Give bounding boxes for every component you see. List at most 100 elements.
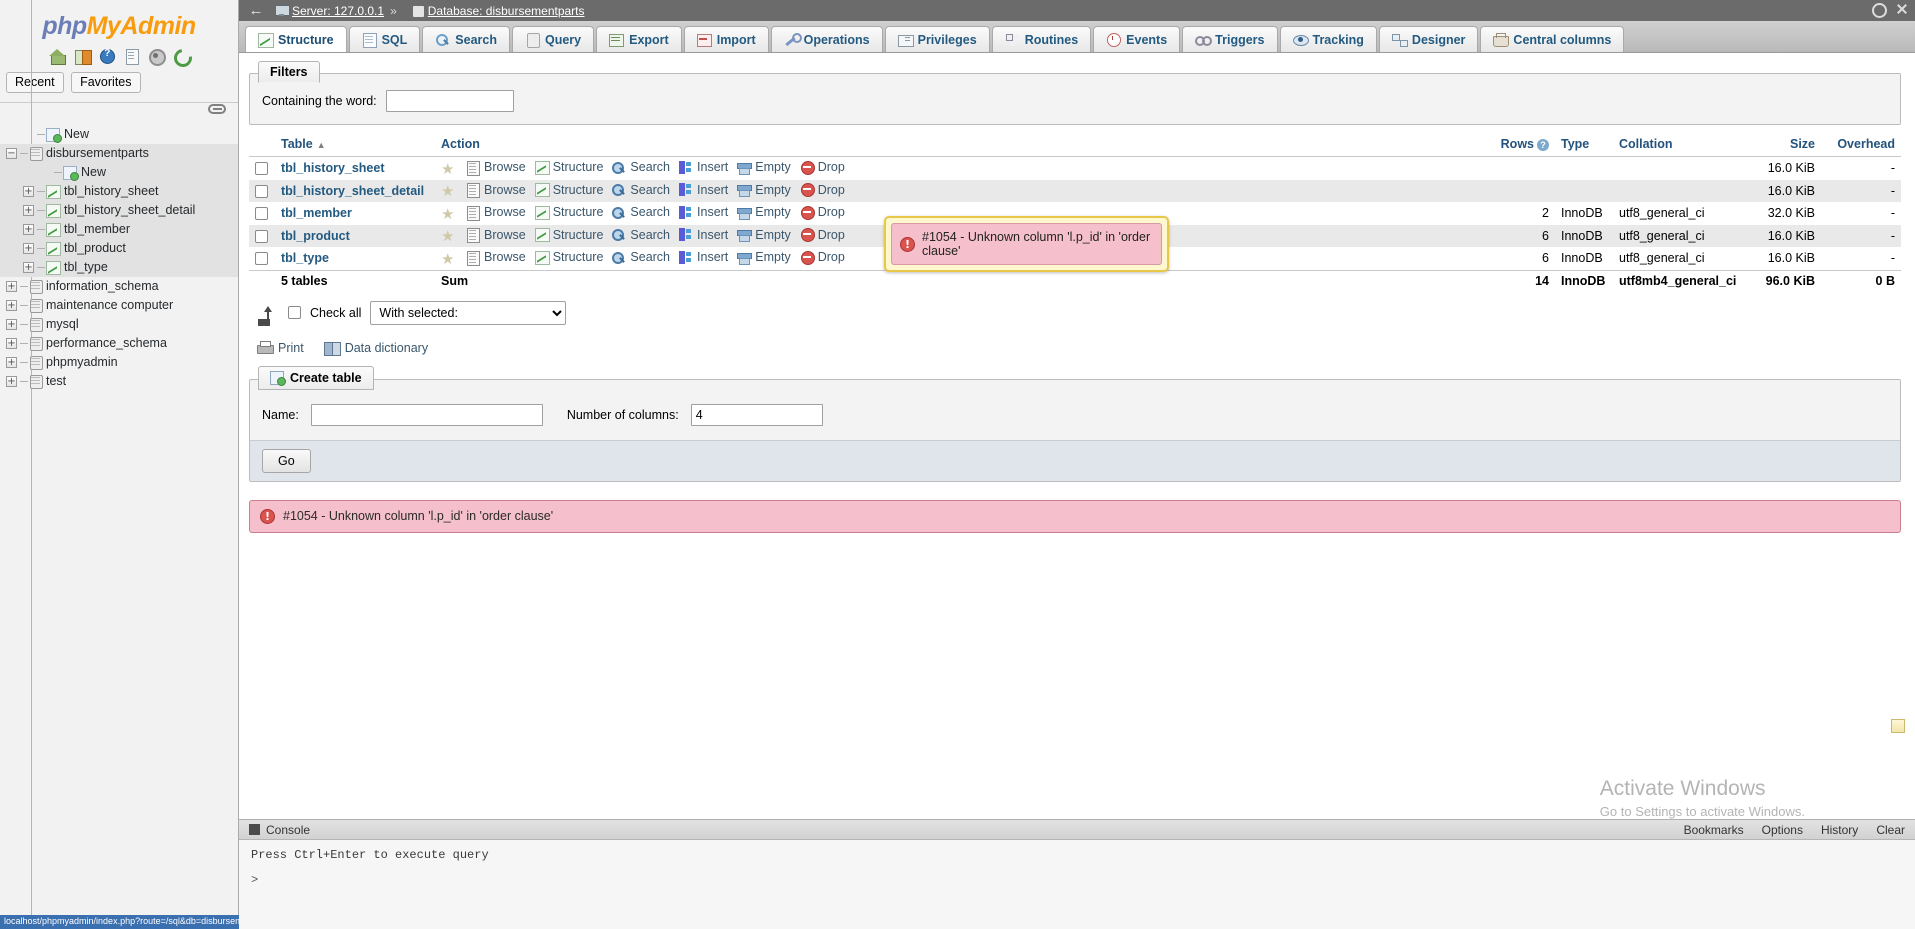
tab-designer[interactable]: Designer bbox=[1378, 26, 1479, 52]
exit-icon[interactable] bbox=[73, 48, 92, 65]
console-link-bookmarks[interactable]: Bookmarks bbox=[1684, 823, 1744, 837]
search-action-link[interactable]: Search bbox=[612, 250, 670, 264]
breadcrumb-server[interactable]: Server: 127.0.0.1 bbox=[292, 4, 384, 18]
table-name-link[interactable]: tbl_history_sheet_detail bbox=[281, 184, 424, 198]
drop-action-link[interactable]: Drop bbox=[800, 250, 845, 265]
insert-action-link[interactable]: Insert bbox=[679, 183, 728, 197]
tab-operations[interactable]: Operations bbox=[770, 26, 883, 52]
create-table-go-button[interactable]: Go bbox=[262, 448, 311, 473]
create-table-columns-input[interactable] bbox=[690, 403, 823, 426]
insert-action-link[interactable]: Insert bbox=[679, 250, 728, 264]
drop-action-link[interactable]: Drop bbox=[800, 160, 845, 175]
tree-node-tbl_member[interactable]: + tbl_member bbox=[0, 220, 238, 239]
favorite-star-icon[interactable]: ★ bbox=[441, 207, 456, 222]
tab-sql[interactable]: SQL bbox=[348, 26, 421, 52]
tree-node-disbursementparts[interactable]: − disbursementparts bbox=[0, 144, 238, 163]
home-icon[interactable] bbox=[48, 48, 67, 65]
search-action-link[interactable]: Search bbox=[612, 183, 670, 197]
tree-node-maintenance-computer[interactable]: + maintenance computer bbox=[0, 296, 238, 315]
tree-node-performance_schema[interactable]: + performance_schema bbox=[0, 334, 238, 353]
col-header-type[interactable]: Type bbox=[1555, 134, 1613, 157]
tab-export[interactable]: Export bbox=[596, 26, 682, 52]
phpmyadmin-logo[interactable]: phpMyAdmin bbox=[0, 0, 238, 45]
tree-node-new[interactable]: New bbox=[0, 125, 238, 144]
empty-action-link[interactable]: Empty bbox=[737, 205, 791, 220]
structure-action-link[interactable]: Structure bbox=[534, 205, 603, 220]
row-checkbox[interactable] bbox=[255, 184, 268, 198]
back-arrow-icon[interactable]: ← bbox=[245, 2, 267, 19]
tab-import[interactable]: Import bbox=[683, 26, 769, 52]
empty-action-link[interactable]: Empty bbox=[737, 183, 791, 197]
browse-action-link[interactable]: Browse bbox=[466, 160, 526, 176]
create-table-name-input[interactable] bbox=[310, 403, 543, 426]
tree-expander-icon[interactable]: + bbox=[23, 224, 34, 235]
recent-tab[interactable]: Recent bbox=[6, 72, 64, 93]
col-header-overhead[interactable]: Overhead bbox=[1821, 134, 1901, 157]
tree-node-tbl_history_sheet_detail[interactable]: + tbl_history_sheet_detail bbox=[0, 201, 238, 220]
drop-action-link[interactable]: Drop bbox=[800, 228, 845, 242]
row-checkbox[interactable] bbox=[255, 229, 268, 243]
structure-action-link[interactable]: Structure bbox=[534, 228, 603, 242]
tree-node-information_schema[interactable]: + information_schema bbox=[0, 277, 238, 296]
tree-expander-icon[interactable]: + bbox=[23, 205, 34, 216]
tree-node-test[interactable]: + test bbox=[0, 372, 238, 391]
console-title-group[interactable]: Console bbox=[249, 823, 310, 837]
favorite-star-icon[interactable]: ★ bbox=[441, 252, 456, 267]
row-checkbox[interactable] bbox=[255, 162, 268, 176]
table-name-link[interactable]: tbl_history_sheet bbox=[281, 161, 385, 175]
tab-routines[interactable]: Routines bbox=[991, 26, 1092, 52]
settings-gear-icon-top[interactable] bbox=[1871, 2, 1887, 18]
documentation-icon[interactable] bbox=[122, 48, 141, 65]
insert-action-link[interactable]: Insert bbox=[679, 228, 728, 242]
tree-node-tbl_history_sheet[interactable]: + tbl_history_sheet bbox=[0, 182, 238, 201]
col-header-table[interactable]: Table ▲ bbox=[275, 134, 435, 157]
favorite-star-icon[interactable]: ★ bbox=[441, 184, 456, 199]
tab-events[interactable]: Events bbox=[1093, 26, 1181, 52]
tree-expander-icon[interactable]: + bbox=[6, 300, 17, 311]
console-body[interactable]: Press Ctrl+Enter to execute query > bbox=[239, 840, 1915, 895]
tree-expander-icon[interactable]: + bbox=[23, 262, 34, 273]
select-all-arrow-icon[interactable] bbox=[257, 304, 279, 322]
reload-icon[interactable] bbox=[171, 48, 190, 64]
browse-action-link[interactable]: Browse bbox=[466, 228, 526, 243]
col-header-rows[interactable]: Rows? bbox=[1483, 134, 1555, 157]
tree-node-tbl_product[interactable]: + tbl_product bbox=[0, 239, 238, 258]
tab-structure[interactable]: Structure bbox=[245, 26, 347, 52]
rows-help-icon[interactable]: ? bbox=[1537, 138, 1549, 151]
link-with-main-panel-icon[interactable] bbox=[208, 104, 226, 114]
tree-node-tbl_type[interactable]: + tbl_type bbox=[0, 258, 238, 277]
docs-globe-icon[interactable] bbox=[97, 48, 116, 64]
tree-expander-icon[interactable]: − bbox=[6, 148, 17, 159]
drop-action-link[interactable]: Drop bbox=[800, 183, 845, 197]
tree-expander-icon[interactable]: + bbox=[23, 186, 34, 197]
structure-action-link[interactable]: Structure bbox=[534, 183, 603, 197]
resize-handle[interactable] bbox=[1891, 719, 1905, 733]
tree-node-new[interactable]: New bbox=[0, 163, 238, 182]
data-dictionary-link[interactable]: Data dictionary bbox=[323, 341, 428, 356]
structure-action-link[interactable]: Structure bbox=[534, 250, 603, 265]
console-link-options[interactable]: Options bbox=[1762, 823, 1803, 837]
tree-node-mysql[interactable]: + mysql bbox=[0, 315, 238, 334]
tree-expander-icon[interactable]: + bbox=[6, 319, 17, 330]
col-header-collation[interactable]: Collation bbox=[1613, 134, 1743, 157]
table-name-link[interactable]: tbl_member bbox=[281, 206, 352, 220]
insert-action-link[interactable]: Insert bbox=[679, 205, 728, 219]
favorite-star-icon[interactable]: ★ bbox=[441, 229, 456, 244]
tree-expander-icon[interactable]: + bbox=[6, 338, 17, 349]
favorite-star-icon[interactable]: ★ bbox=[441, 162, 456, 177]
table-name-link[interactable]: tbl_product bbox=[281, 229, 350, 243]
browse-action-link[interactable]: Browse bbox=[466, 183, 526, 198]
create-table-legend[interactable]: Create table bbox=[258, 365, 374, 390]
tab-triggers[interactable]: Triggers bbox=[1182, 26, 1278, 52]
search-action-link[interactable]: Search bbox=[612, 228, 670, 242]
tree-node-phpmyadmin[interactable]: + phpmyadmin bbox=[0, 353, 238, 372]
settings-gear-icon[interactable] bbox=[146, 48, 167, 66]
table-name-link[interactable]: tbl_type bbox=[281, 251, 329, 265]
tab-search[interactable]: Search bbox=[422, 26, 510, 52]
with-selected-select[interactable]: With selected: bbox=[370, 300, 567, 325]
close-icon[interactable] bbox=[1895, 2, 1909, 16]
containing-word-input[interactable] bbox=[385, 90, 514, 112]
empty-action-link[interactable]: Empty bbox=[737, 250, 791, 265]
print-link[interactable]: Print bbox=[257, 340, 304, 355]
favorites-tab[interactable]: Favorites bbox=[71, 72, 141, 93]
